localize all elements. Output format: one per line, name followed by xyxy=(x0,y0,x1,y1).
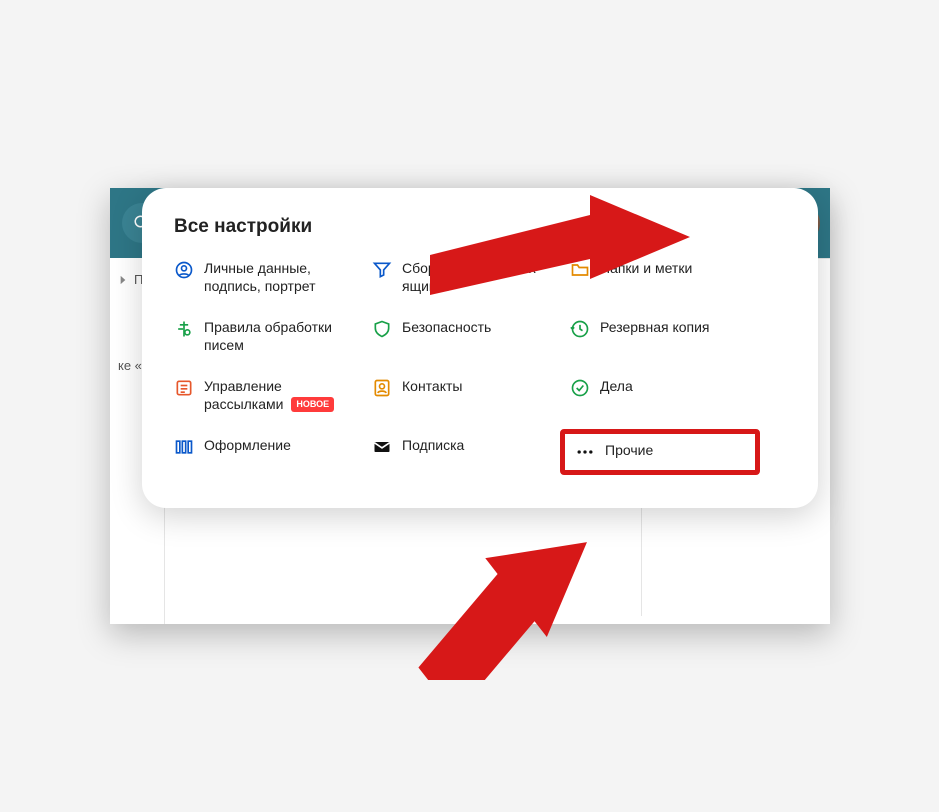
settings-filters-label: Правила обработки писем xyxy=(204,319,364,354)
chevron-right-icon xyxy=(116,273,130,287)
settings-security-label: Безопасность xyxy=(402,319,491,337)
settings-personal[interactable]: Личные данные, подпись, портрет xyxy=(174,260,364,295)
newsletters-icon xyxy=(174,378,194,398)
settings-backup-label: Резервная копия xyxy=(600,319,710,337)
settings-todo[interactable]: Дела xyxy=(570,378,750,413)
funnel-icon xyxy=(372,260,392,280)
settings-design[interactable]: Оформление xyxy=(174,437,364,467)
settings-security[interactable]: Безопасность xyxy=(372,319,562,354)
new-badge: НОВОЕ xyxy=(291,397,334,412)
contacts-icon xyxy=(372,378,392,398)
arrow-to-gear xyxy=(430,195,690,295)
settings-newsletters-label: Управление рассылками xyxy=(204,378,283,412)
settings-subscription[interactable]: Подписка xyxy=(372,437,562,467)
design-icon xyxy=(174,437,194,457)
settings-personal-label: Личные данные, подпись, портрет xyxy=(204,260,364,295)
dots-icon xyxy=(575,442,595,462)
settings-other-label: Прочие xyxy=(605,442,653,460)
shield-icon xyxy=(372,319,392,339)
check-circle-icon xyxy=(570,378,590,398)
settings-newsletters[interactable]: Управление рассылками НОВОЕ xyxy=(174,378,364,413)
settings-filters[interactable]: Правила обработки писем xyxy=(174,319,364,354)
settings-design-label: Оформление xyxy=(204,437,291,455)
user-icon xyxy=(174,260,194,280)
settings-subscription-label: Подписка xyxy=(402,437,464,455)
envelope-icon xyxy=(372,437,392,457)
arrow-to-other xyxy=(390,510,600,680)
settings-contacts[interactable]: Контакты xyxy=(372,378,562,413)
rules-icon xyxy=(174,319,194,339)
settings-backup[interactable]: Резервная копия xyxy=(570,319,750,354)
settings-todo-label: Дела xyxy=(600,378,633,396)
settings-other[interactable]: Прочие xyxy=(560,429,760,475)
history-icon xyxy=(570,319,590,339)
settings-contacts-label: Контакты xyxy=(402,378,462,396)
